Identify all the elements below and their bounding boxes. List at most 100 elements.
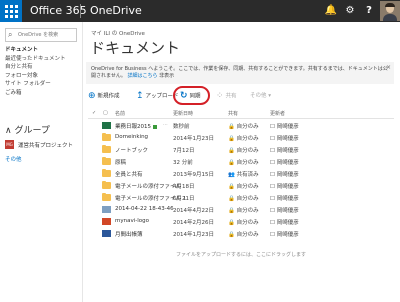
- avatar[interactable]: [380, 1, 400, 21]
- lock-icon: 🔒: [228, 124, 235, 130]
- sharing-status: 👥 共有済み: [228, 172, 259, 178]
- presence-icon: ☐: [270, 208, 275, 214]
- lock-icon: 🔒: [228, 232, 235, 238]
- banner-message: OneDrive for Business へようこそ。ここでは、作業を保存、同…: [91, 66, 391, 80]
- sharing-status: 🔒 自分のみ: [228, 124, 259, 130]
- sharing-status: 🔒 自分のみ: [228, 184, 259, 190]
- word-file-icon: [102, 230, 111, 237]
- modified-by: ☐ 岡崎優彦: [270, 148, 299, 154]
- lock-icon: 🔒: [228, 184, 235, 190]
- breadcrumb[interactable]: マイ ILI の OneDrive: [91, 29, 145, 37]
- suite-bar: Office 365 OneDrive 🔔 ⚙ ?: [0, 0, 400, 22]
- share-button[interactable]: ⁘ 共有: [216, 89, 237, 103]
- sidebar-more-link[interactable]: その他: [5, 155, 22, 163]
- modified-by: ☐ 岡崎優彦: [270, 232, 299, 238]
- file-modified: 2014年2月26日: [173, 220, 214, 226]
- more-commands-button[interactable]: その他 ▾: [250, 89, 271, 103]
- file-name[interactable]: 原稿: [115, 158, 126, 166]
- share-icon: ⁘: [216, 91, 224, 101]
- lock-icon: 🔒: [228, 148, 235, 154]
- groups-heading[interactable]: ∧ グループ: [5, 123, 50, 136]
- app-launcher-icon[interactable]: [0, 0, 22, 22]
- file-modified: 2013年9月15日: [173, 172, 214, 178]
- table-row[interactable]: 電子メールの添付ファイル 4月18日 🔒 自分のみ ☐ 岡崎優彦: [88, 180, 394, 191]
- file-name[interactable]: ノートブック: [115, 146, 148, 154]
- new-button[interactable]: ⊕ 新規作成: [88, 89, 120, 103]
- bell-icon[interactable]: 🔔: [322, 0, 340, 22]
- table-row[interactable]: Domeinking 2014年1月23日 🔒 自分のみ ☐ 岡崎優彦: [88, 132, 394, 143]
- presence-icon: ☐: [270, 184, 275, 190]
- lock-icon: 🔒: [228, 160, 235, 166]
- people-icon: 👥: [228, 172, 235, 178]
- header-divider: [88, 118, 394, 119]
- sidebar-divider: [82, 22, 83, 302]
- file-name[interactable]: mynavi-logo: [115, 218, 149, 224]
- sharing-status: 🔒 自分のみ: [228, 160, 259, 166]
- office365-brand[interactable]: Office 365: [30, 4, 87, 17]
- sidebar-item-site-folders[interactable]: サイト フォルダー: [5, 80, 77, 89]
- lock-icon: 🔒: [228, 136, 235, 142]
- file-name[interactable]: 業務日報2015: [115, 122, 157, 130]
- column-modified[interactable]: 更新日時: [173, 110, 193, 117]
- file-name[interactable]: 全員と共有: [115, 170, 143, 178]
- column-name[interactable]: 名前: [115, 110, 125, 117]
- banner-learn-more-link[interactable]: 詳細はこちら: [127, 73, 157, 79]
- avatar-body: [383, 14, 397, 21]
- banner-dismiss-link[interactable]: 非表示: [159, 73, 174, 79]
- sharing-status: 🔒 自分のみ: [228, 232, 259, 238]
- sidebar-item-recent[interactable]: 最近使ったドキュメント: [5, 55, 77, 64]
- sidebar-item-documents[interactable]: ドキュメント: [5, 46, 77, 55]
- table-row[interactable]: ノートブック 7月12日 🔒 自分のみ ☐ 岡崎優彦: [88, 144, 394, 155]
- column-modified-by[interactable]: 更新者: [270, 110, 285, 117]
- folder-icon: [102, 145, 111, 153]
- file-name[interactable]: 電子メールの添付ファイル: [115, 182, 181, 190]
- modified-by: ☐ 岡崎優彦: [270, 124, 299, 130]
- file-name[interactable]: 2014-04-22 18-43-46: [115, 206, 174, 212]
- drop-zone-hint[interactable]: ファイルをアップロードするには、ここにドラッグします: [88, 251, 394, 258]
- avatar-hair: [385, 3, 395, 7]
- file-name[interactable]: Domeinking: [115, 134, 148, 140]
- file-list-header: ✓ ▢ 名前 更新日時 共有 更新者: [88, 110, 394, 118]
- table-row[interactable]: 原稿 32 分前 🔒 自分のみ ☐ 岡崎優彦: [88, 156, 394, 167]
- table-row[interactable]: 全員と共有 2013年9月15日 👥 共有済み ☐ 岡崎優彦: [88, 168, 394, 179]
- table-row[interactable]: 電子メールの添付ファイル 1 6月21日 🔒 自分のみ ☐ 岡崎優彦: [88, 192, 394, 203]
- folder-icon: [102, 181, 111, 189]
- file-modified: 数秒前: [173, 124, 190, 130]
- upload-icon: ↥: [136, 91, 144, 101]
- sharing-status: 🔒 自分のみ: [228, 196, 259, 202]
- lock-icon: 🔒: [228, 196, 235, 202]
- column-sharing[interactable]: 共有: [228, 110, 238, 117]
- presence-icon: ☐: [270, 196, 275, 202]
- grid-dot: [5, 5, 8, 8]
- grid-dot: [10, 5, 13, 8]
- search-input[interactable]: ⌕ OneDrive を検索: [5, 28, 77, 42]
- sync-highlight-circle: [173, 86, 210, 105]
- file-modified: 6月21日: [173, 196, 195, 202]
- group-badge: MG: [5, 140, 14, 149]
- grid-dot: [10, 15, 13, 18]
- close-icon[interactable]: ×: [386, 64, 391, 71]
- grid-dot: [10, 10, 13, 13]
- table-row[interactable]: 月間出帳簿 2014年1月23日 🔒 自分のみ ☐ 岡崎優彦: [88, 228, 394, 239]
- sharing-status: 🔒 自分のみ: [228, 208, 259, 214]
- grid-dot: [5, 15, 8, 18]
- gear-icon[interactable]: ⚙: [341, 0, 359, 22]
- folder-icon: [102, 169, 111, 177]
- grid-dot: [15, 5, 18, 8]
- sidebar-item-shared-with-me[interactable]: 自分と共有: [5, 63, 77, 72]
- sidebar-item-recycle-bin[interactable]: ごみ箱: [5, 89, 77, 98]
- modified-by: ☐ 岡崎優彦: [270, 184, 299, 190]
- select-all-checkbox[interactable]: ✓: [92, 110, 96, 116]
- ellipsis-icon[interactable]: ···: [163, 122, 168, 128]
- lock-icon: 🔒: [228, 220, 235, 226]
- table-row[interactable]: mynavi-logo 2014年2月26日 🔒 自分のみ ☐ 岡崎優彦: [88, 216, 394, 227]
- table-row[interactable]: 2014-04-22 18-43-46 2014年4月22日 🔒 自分のみ ☐ …: [88, 204, 394, 215]
- help-icon[interactable]: ?: [360, 0, 378, 22]
- file-modified: 4月18日: [173, 184, 195, 190]
- app-title[interactable]: OneDrive: [90, 4, 142, 17]
- modified-by: ☐ 岡崎優彦: [270, 208, 299, 214]
- file-name[interactable]: 月間出帳簿: [115, 230, 143, 238]
- table-row[interactable]: 業務日報2015 ··· 数秒前 🔒 自分のみ ☐ 岡崎優彦: [88, 120, 394, 131]
- sidebar-item-followed[interactable]: フォロー対象: [5, 72, 77, 81]
- grid-dot: [15, 10, 18, 13]
